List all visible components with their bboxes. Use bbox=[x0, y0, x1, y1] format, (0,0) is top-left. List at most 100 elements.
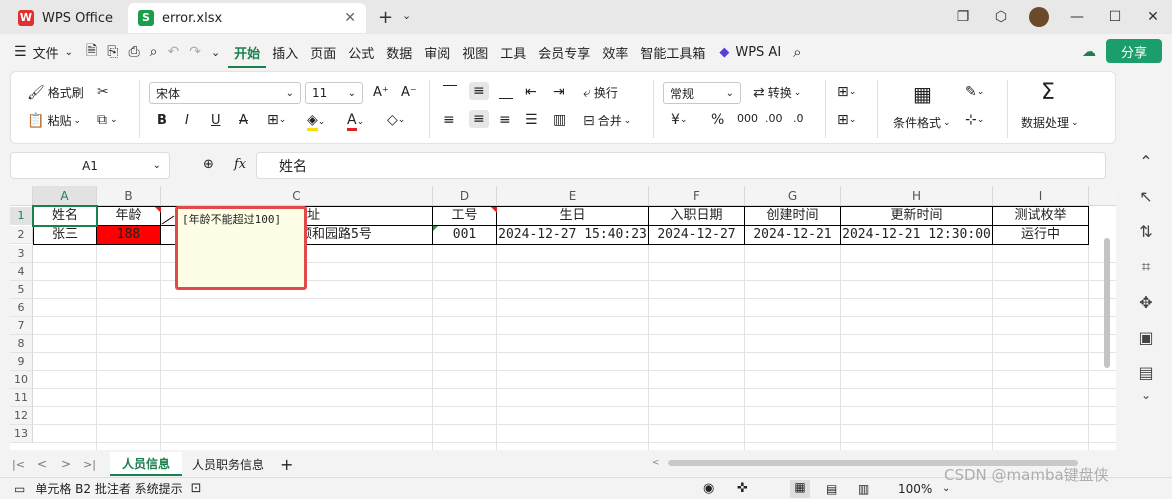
column-header-b[interactable]: B bbox=[97, 186, 161, 206]
paste-button[interactable]: 📋 粘贴 ⌄ bbox=[27, 112, 81, 129]
cloud-sync-icon[interactable]: ☁ bbox=[1082, 44, 1096, 60]
fx-icon[interactable]: fx bbox=[234, 157, 246, 172]
column-header-i[interactable]: I bbox=[993, 186, 1089, 206]
cell-e1[interactable]: 生日 bbox=[497, 207, 649, 226]
currency-button[interactable]: ¥ ⌄ bbox=[671, 112, 687, 128]
row-header-10[interactable]: 10 bbox=[10, 371, 33, 389]
cell-f2[interactable]: 2024-12-27 bbox=[649, 226, 745, 245]
cell-i2[interactable]: 运行中 bbox=[993, 226, 1089, 245]
column-header-f[interactable]: F bbox=[649, 186, 745, 206]
normal-view-icon[interactable]: ▦ bbox=[790, 479, 810, 498]
table-style-button[interactable]: ⊞ ⌄ bbox=[837, 84, 856, 100]
increase-font-button[interactable]: A⁺ bbox=[373, 85, 389, 100]
format-painter-button[interactable]: 🖌 格式刷 bbox=[27, 84, 84, 101]
menu-home[interactable]: 开始 bbox=[228, 43, 267, 68]
cell-h1[interactable]: 更新时间 bbox=[841, 207, 993, 226]
fill-color-button[interactable]: ◈ ⌄ bbox=[307, 112, 325, 131]
font-name-select[interactable]: 宋体 ⌄ bbox=[149, 82, 301, 104]
cell-b1[interactable]: 年龄 bbox=[97, 207, 161, 226]
align-left-button[interactable]: ≡ bbox=[443, 112, 455, 128]
wrap-text-button[interactable]: ⤶ 换行 bbox=[583, 84, 618, 101]
tab-wps-office[interactable]: W WPS Office bbox=[8, 3, 123, 33]
select-all-corner[interactable] bbox=[10, 186, 33, 206]
row-header-2[interactable]: 2 bbox=[10, 226, 33, 244]
prev-sheet-icon[interactable]: < bbox=[37, 457, 47, 471]
cell-comment-popup[interactable]: [年龄不能超过100] bbox=[175, 206, 307, 290]
add-sheet-icon[interactable]: + bbox=[280, 455, 293, 474]
cell-h2[interactable]: 2024-12-21 12:30:00 bbox=[841, 226, 993, 245]
freeze-button[interactable]: ⊹ ⌄ bbox=[965, 112, 984, 128]
font-color-button[interactable]: A ⌄ bbox=[347, 112, 364, 131]
convert-button[interactable]: ⇄ 转换 ⌄ bbox=[753, 84, 801, 101]
last-sheet-icon[interactable]: >| bbox=[83, 458, 96, 471]
print-icon[interactable]: ⎙ bbox=[128, 44, 139, 60]
column-header-g[interactable]: G bbox=[745, 186, 841, 206]
sum-icon[interactable]: Σ bbox=[1041, 80, 1055, 105]
menu-insert[interactable]: 插入 bbox=[266, 43, 304, 62]
merge-button[interactable]: ⊟ 合并 ⌄ bbox=[583, 112, 631, 129]
column-header-e[interactable]: E bbox=[497, 186, 649, 206]
page-layout-icon[interactable]: ▤ bbox=[826, 482, 837, 496]
sheet-tab-personnel-info[interactable]: 人员信息 bbox=[110, 452, 183, 476]
menu-efficiency[interactable]: 效率 bbox=[596, 43, 634, 62]
hamburger-icon[interactable]: ☰ bbox=[14, 44, 27, 60]
align-middle-button[interactable]: ≡ bbox=[469, 82, 489, 100]
menu-view[interactable]: 视图 bbox=[456, 43, 494, 62]
row-header-3[interactable]: 3 bbox=[10, 245, 33, 263]
thousands-button[interactable]: 000 bbox=[737, 112, 758, 125]
conditional-format-icon[interactable]: ▦ bbox=[913, 82, 932, 106]
maximize-icon[interactable]: ☐ bbox=[1096, 9, 1134, 25]
window-switch-icon[interactable]: ❐ bbox=[944, 9, 982, 25]
cell-b2[interactable]: 188 bbox=[97, 226, 161, 245]
align-bottom-button[interactable]: ⎽ bbox=[499, 84, 513, 100]
redo-icon[interactable]: ↷ bbox=[189, 44, 201, 60]
minimize-icon[interactable]: — bbox=[1058, 9, 1096, 25]
row-header-5[interactable]: 5 bbox=[10, 281, 33, 299]
zoom-level[interactable]: 100% bbox=[898, 482, 932, 496]
more-chevron-icon[interactable]: ⌄ bbox=[211, 46, 220, 59]
zoom-lens-icon[interactable]: ⊕ bbox=[203, 157, 214, 172]
row-header-13[interactable]: 13 bbox=[10, 425, 33, 443]
new-tab-icon[interactable]: + bbox=[378, 7, 393, 28]
tools-icon[interactable]: ✥ bbox=[1120, 293, 1172, 312]
chevron-down-icon[interactable]: ⌄ bbox=[402, 9, 411, 22]
grid-position-icon[interactable]: ✜ bbox=[737, 481, 748, 496]
cell-i1[interactable]: 测试枚举 bbox=[993, 207, 1089, 226]
menu-data[interactable]: 数据 bbox=[380, 43, 418, 62]
column-header-a[interactable]: A bbox=[33, 186, 97, 206]
search-icon[interactable]: ⌕ bbox=[793, 43, 801, 61]
scrollbar-thumb[interactable] bbox=[1104, 238, 1110, 368]
undo-icon[interactable]: ↶ bbox=[167, 44, 179, 60]
strikethrough-button[interactable]: A bbox=[239, 113, 248, 128]
save-icon[interactable]: 🗎 bbox=[86, 40, 97, 64]
decimal-increase-button[interactable]: .00 bbox=[765, 112, 783, 125]
menu-file[interactable]: 文件 bbox=[27, 43, 65, 62]
scroll-up-icon[interactable]: ⌃ bbox=[1120, 152, 1172, 171]
menu-member[interactable]: 会员专享 bbox=[532, 43, 596, 62]
image-icon[interactable]: ▣ bbox=[1120, 328, 1172, 347]
cell-a2[interactable]: 张三 bbox=[34, 226, 97, 245]
justify-button[interactable]: ☰ bbox=[525, 112, 538, 128]
export-icon[interactable]: ⎘ bbox=[107, 44, 118, 60]
menu-wps-ai[interactable]: WPS AI bbox=[729, 45, 787, 60]
fill-button[interactable]: ✎ ⌄ bbox=[965, 84, 984, 100]
conditional-format-button[interactable]: 条件格式 ⌄ bbox=[893, 114, 951, 131]
scroll-down-icon[interactable]: ⌄ bbox=[1120, 388, 1172, 402]
cell-g2[interactable]: 2024-12-21 bbox=[745, 226, 841, 245]
copy-button[interactable]: ⧉ ⌄ bbox=[97, 112, 118, 128]
decrease-font-button[interactable]: A⁻ bbox=[401, 85, 417, 100]
next-sheet-icon[interactable]: > bbox=[61, 457, 71, 471]
tab-error-xlsx[interactable]: S error.xlsx ✕ bbox=[128, 3, 366, 33]
indent-increase-button[interactable]: ⇥ bbox=[553, 84, 565, 100]
row-header-6[interactable]: 6 bbox=[10, 299, 33, 317]
bold-button[interactable]: B bbox=[157, 113, 167, 128]
percent-button[interactable]: % bbox=[711, 112, 724, 128]
close-tab-icon[interactable]: ✕ bbox=[344, 10, 356, 26]
row-header-8[interactable]: 8 bbox=[10, 335, 33, 353]
cube-icon[interactable]: ⬡ bbox=[982, 9, 1020, 25]
share-button[interactable]: 分享 bbox=[1106, 39, 1162, 63]
row-header-9[interactable]: 9 bbox=[10, 353, 33, 371]
vertical-scrollbar[interactable] bbox=[1104, 210, 1112, 450]
cell-d1[interactable]: 工号 bbox=[433, 207, 497, 226]
distribute-button[interactable]: ▥ bbox=[553, 112, 566, 128]
